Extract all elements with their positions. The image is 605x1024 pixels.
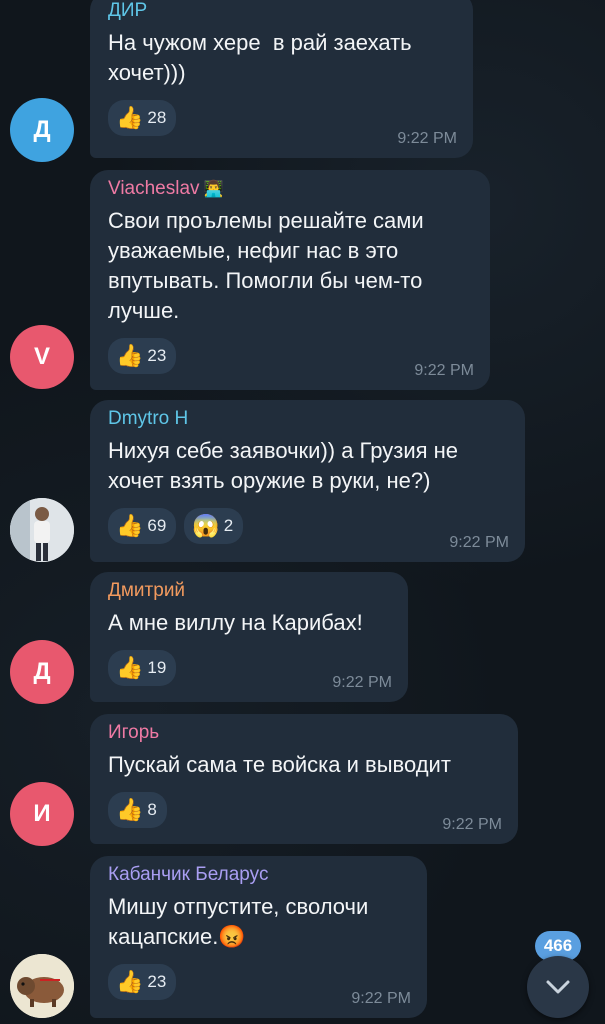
message-bubble[interactable]: Viacheslav 👨‍💻 Свои проълемы решайте сам… bbox=[90, 170, 490, 390]
message-time: 9:22 PM bbox=[397, 130, 457, 147]
author-name[interactable]: Дмитрий bbox=[108, 580, 185, 602]
message-time: 9:22 PM bbox=[351, 990, 411, 1007]
message-time: 9:22 PM bbox=[442, 816, 502, 833]
message-time: 9:22 PM bbox=[449, 534, 509, 551]
reaction-count: 19 bbox=[147, 658, 167, 677]
message-bubble[interactable]: Dmytro H Нихуя себе заявочки)) а Грузия … bbox=[90, 400, 525, 562]
avatar[interactable]: V bbox=[10, 325, 74, 389]
message-bubble[interactable]: Игорь Пускай сама те войска и выводит 👍 … bbox=[90, 714, 518, 844]
reaction-thumbs-up[interactable]: 👍 69 bbox=[108, 508, 177, 544]
message-author[interactable]: ДИР bbox=[108, 0, 457, 22]
thumbs-up-icon: 👍 bbox=[116, 655, 144, 680]
message-text: На чужом хере в рай заехать хочет))) bbox=[108, 30, 412, 85]
reaction-count: 2 bbox=[223, 516, 234, 535]
message-author[interactable]: Viacheslav 👨‍💻 bbox=[108, 178, 474, 200]
scroll-down-button[interactable] bbox=[527, 956, 589, 1018]
avatar[interactable] bbox=[10, 498, 74, 562]
reaction-count: 28 bbox=[147, 108, 167, 127]
chevron-down-icon bbox=[546, 980, 570, 994]
avatar[interactable] bbox=[10, 954, 74, 1018]
reaction-count: 69 bbox=[147, 516, 167, 535]
reaction-count: 23 bbox=[147, 972, 167, 991]
scream-face-icon: 😱 bbox=[192, 513, 220, 538]
message-author[interactable]: Кабанчик Беларус bbox=[108, 864, 411, 886]
message-text: Пускай сама те войска и выводит bbox=[108, 752, 451, 777]
message-time: 9:22 PM bbox=[414, 362, 474, 379]
thumbs-up-icon: 👍 bbox=[116, 105, 144, 130]
message-time: 9:22 PM bbox=[332, 674, 392, 691]
author-name[interactable]: Viacheslav bbox=[108, 178, 200, 200]
thumbs-up-icon: 👍 bbox=[116, 343, 144, 368]
message-author[interactable]: Дмитрий bbox=[108, 580, 392, 602]
thumbs-up-icon: 👍 bbox=[116, 513, 144, 538]
author-name[interactable]: Игорь bbox=[108, 722, 159, 744]
message-author[interactable]: Игорь bbox=[108, 722, 502, 744]
message-text: Нихуя себе заявочки)) а Грузия не хочет … bbox=[108, 438, 459, 493]
message-text: Свои проълемы решайте сами уважаемые, не… bbox=[108, 208, 424, 323]
avatar[interactable]: Д bbox=[10, 640, 74, 704]
reaction-count: 23 bbox=[147, 346, 167, 365]
message-text: Мишу отпустите, сволочи кацапские.😡 bbox=[108, 894, 369, 949]
avatar[interactable]: Д bbox=[10, 98, 74, 162]
thumbs-up-icon: 👍 bbox=[116, 797, 144, 822]
reaction-thumbs-up[interactable]: 👍 28 bbox=[108, 100, 177, 136]
message-author[interactable]: Dmytro H bbox=[108, 408, 509, 430]
author-name[interactable]: Dmytro H bbox=[108, 408, 188, 430]
message-bubble[interactable]: ДИР На чужом хере в рай заехать хочет)))… bbox=[90, 0, 473, 158]
reaction-thumbs-up[interactable]: 👍 8 bbox=[108, 792, 167, 828]
boar-avatar bbox=[10, 954, 74, 1018]
author-name[interactable]: Кабанчик Беларус bbox=[108, 864, 268, 886]
author-name[interactable]: ДИР bbox=[108, 0, 147, 22]
reaction-thumbs-up[interactable]: 👍 23 bbox=[108, 964, 177, 1000]
message-bubble[interactable]: Дмитрий А мне виллу на Карибах! 👍 19 9:2… bbox=[90, 572, 408, 702]
thumbs-up-icon: 👍 bbox=[116, 969, 144, 994]
reaction-count: 8 bbox=[147, 800, 157, 819]
reaction-scream[interactable]: 😱 2 bbox=[184, 508, 244, 544]
reaction-thumbs-up[interactable]: 👍 23 bbox=[108, 338, 177, 374]
avatar[interactable]: И bbox=[10, 782, 74, 846]
message-bubble[interactable]: Кабанчик Беларус Мишу отпустите, сволочи… bbox=[90, 856, 427, 1018]
reaction-thumbs-up[interactable]: 👍 19 bbox=[108, 650, 177, 686]
person-photo-avatar bbox=[10, 498, 74, 562]
technologist-emoji-icon: 👨‍💻 bbox=[203, 181, 224, 198]
message-text: А мне виллу на Карибах! bbox=[108, 610, 363, 635]
